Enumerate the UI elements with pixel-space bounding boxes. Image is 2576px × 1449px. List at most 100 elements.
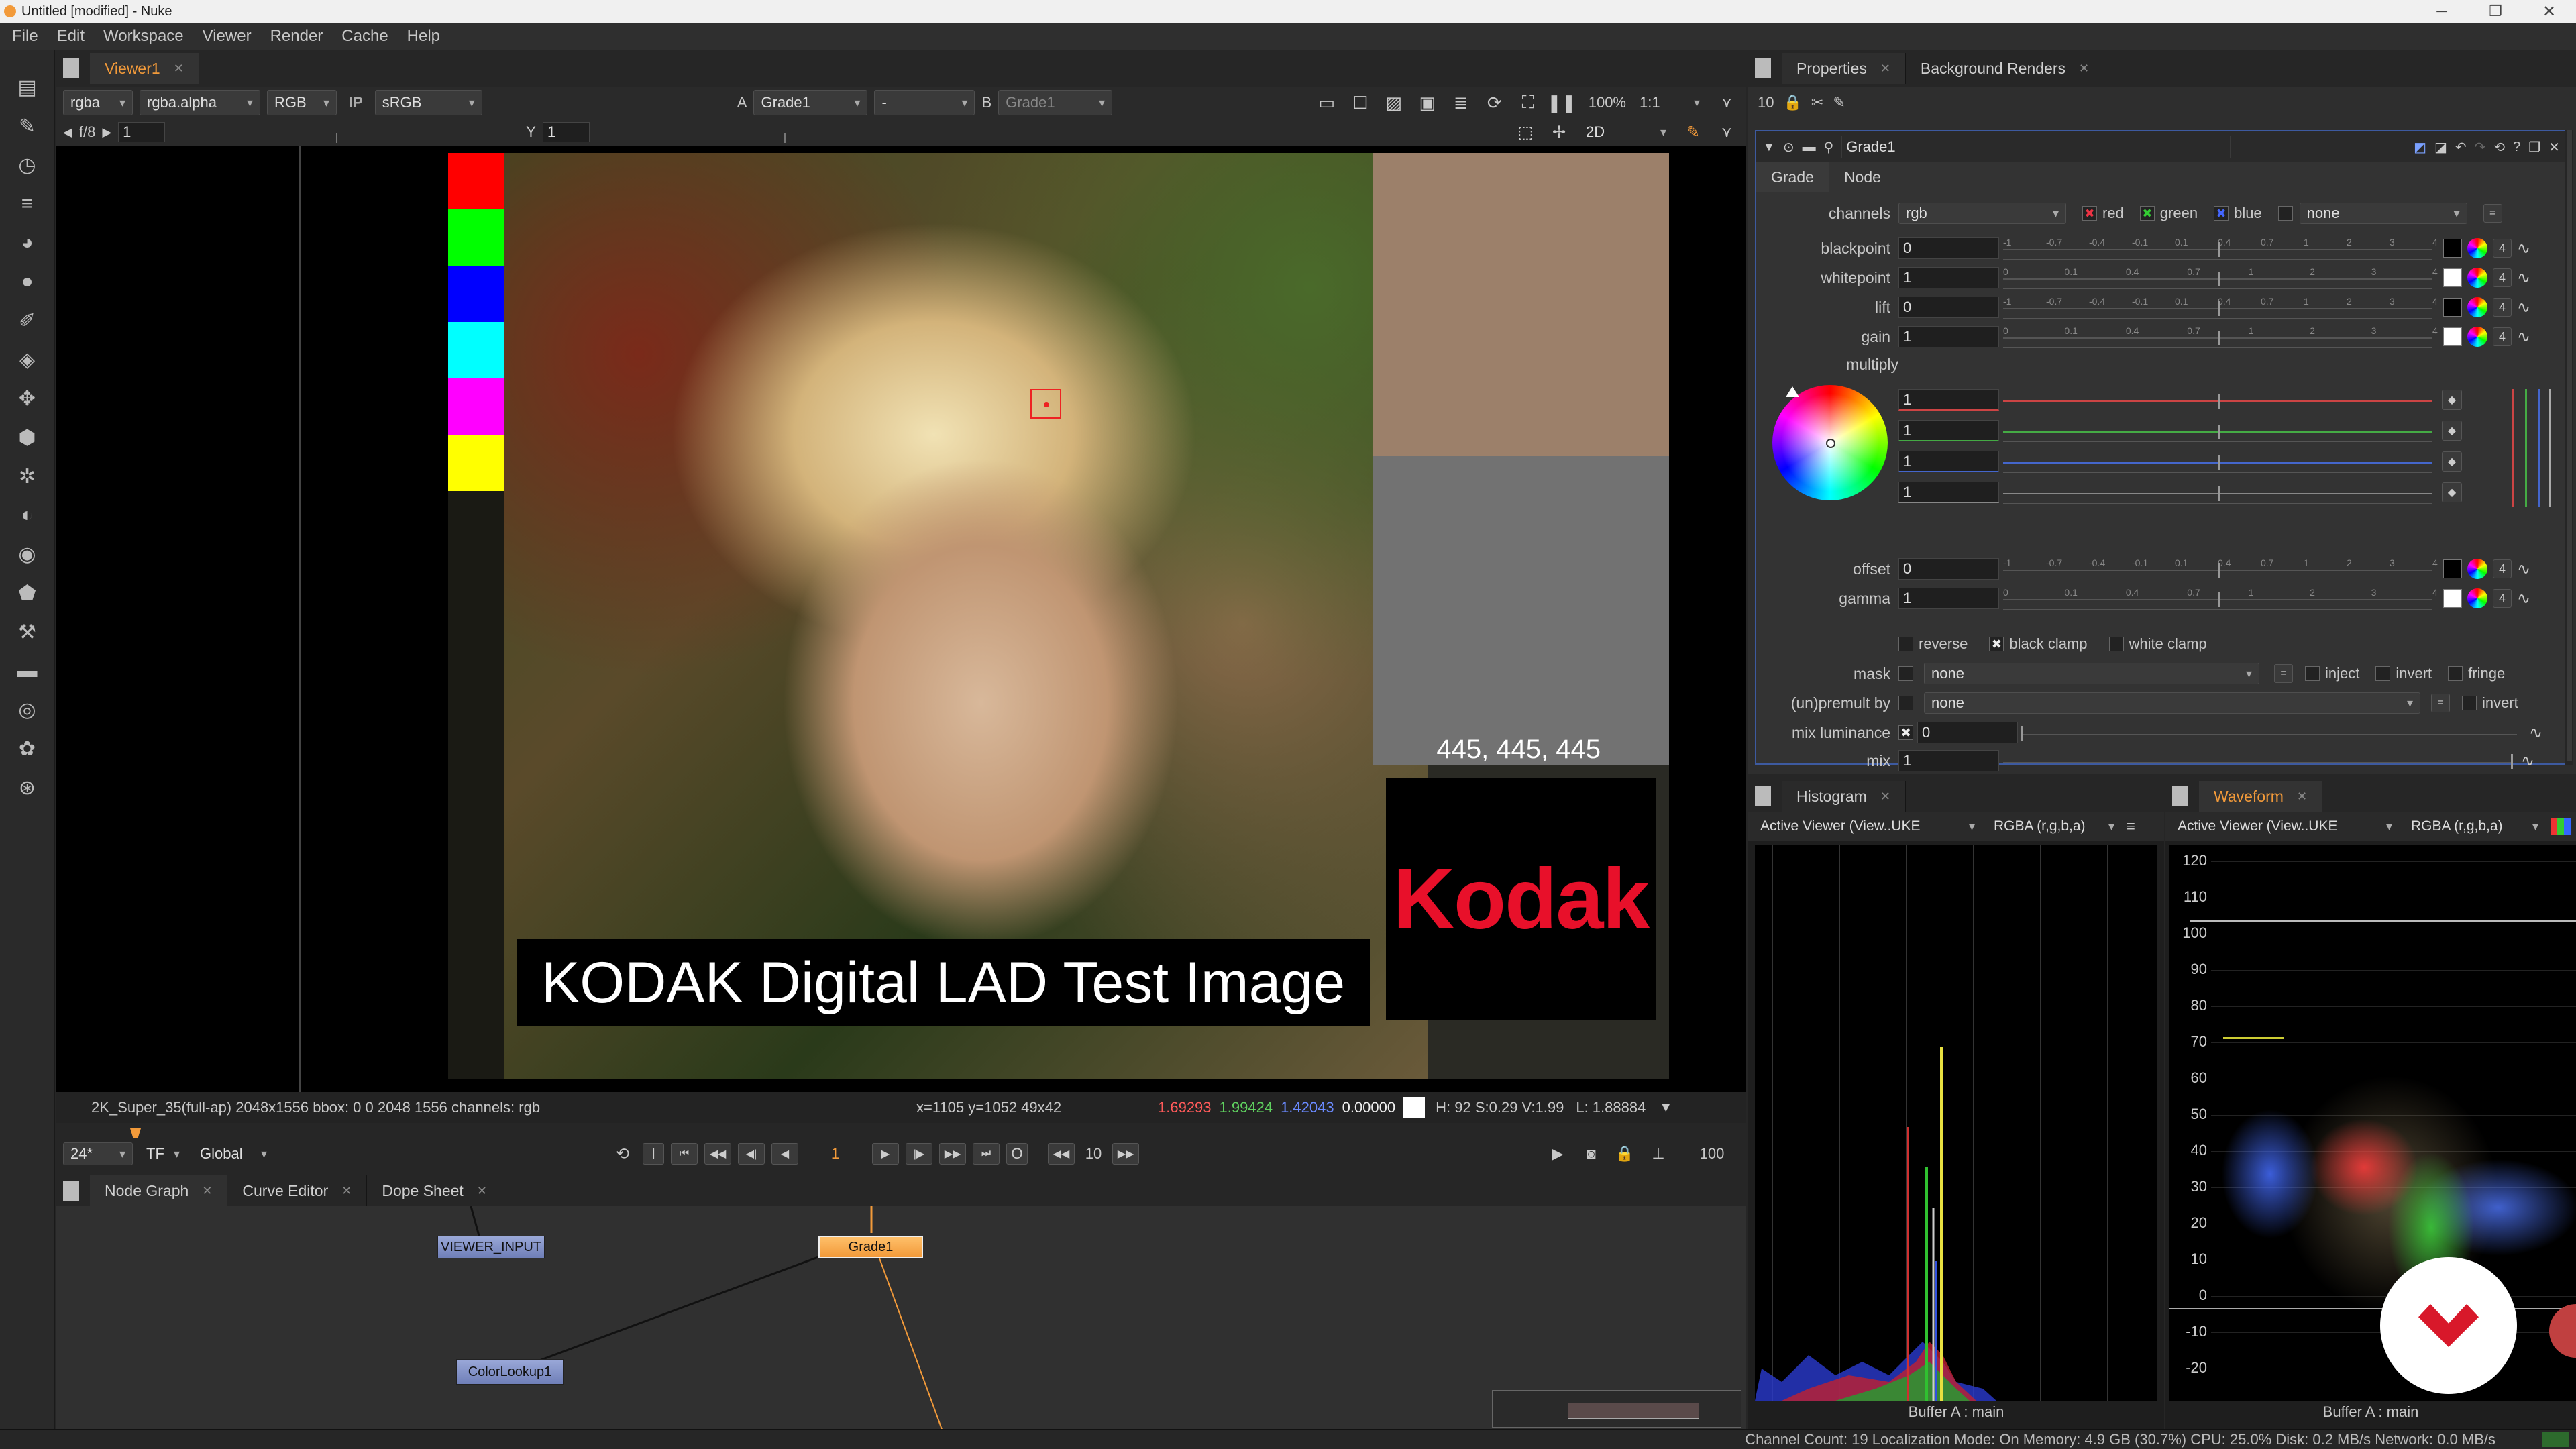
- tab-curve-editor[interactable]: Curve Editor ✕: [227, 1175, 368, 1206]
- tab-grade[interactable]: Grade: [1756, 162, 1829, 192]
- transform-tool-icon[interactable]: ✥: [13, 384, 42, 413]
- prev-frame-icon[interactable]: ◀|: [738, 1143, 765, 1165]
- next-frame-icon[interactable]: |▶: [906, 1143, 932, 1165]
- unpremult-checkbox[interactable]: [1898, 696, 1913, 710]
- tab-properties[interactable]: Properties ✕: [1782, 53, 1906, 84]
- histogram-mode-select[interactable]: RGBA (r,g,b,a): [1987, 815, 2121, 838]
- airtools-tool-icon[interactable]: ✿: [13, 734, 42, 763]
- axis-icon[interactable]: ✢: [1546, 123, 1572, 142]
- knob-slider[interactable]: -1 -0.7 -0.4 -0.1 0.1 0.4 0.7 1 2 3 4: [2003, 296, 2438, 319]
- tab-waveform[interactable]: Waveform ✕: [2199, 781, 2323, 812]
- knob-value-field[interactable]: 0: [1898, 297, 1999, 318]
- close-tab-icon[interactable]: ✕: [341, 1184, 352, 1198]
- tf-select[interactable]: TF: [140, 1142, 186, 1165]
- scope-select[interactable]: Global: [193, 1142, 274, 1165]
- metadata-tool-icon[interactable]: ⬟: [13, 578, 42, 608]
- other-tool-icon[interactable]: ▬: [13, 656, 42, 686]
- multiply-split-button[interactable]: ◆: [2442, 482, 2462, 502]
- clear-panels-icon[interactable]: ✂: [1811, 94, 1823, 111]
- red-checkbox[interactable]: ✖: [2082, 206, 2097, 221]
- viewer-canvas[interactable]: 445, 445, 445 Kodak KODAK Digital LAD Te…: [56, 146, 1746, 1092]
- range-icon[interactable]: ⊥: [1645, 1145, 1672, 1163]
- furnace-tool-icon[interactable]: ◎: [13, 695, 42, 724]
- views-tool-icon[interactable]: ◉: [13, 539, 42, 569]
- multiply-value-field[interactable]: 1: [1898, 451, 1999, 472]
- image-tool-icon[interactable]: ▤: [13, 72, 42, 102]
- menu-viewer[interactable]: Viewer: [193, 27, 261, 46]
- unpremult-link-button[interactable]: =: [2431, 694, 2450, 712]
- gamma-slider[interactable]: [596, 122, 985, 143]
- out-point-button[interactable]: O: [1006, 1143, 1028, 1165]
- menu-edit[interactable]: Edit: [48, 27, 94, 46]
- color-tool-icon[interactable]: ◕: [13, 228, 42, 258]
- close-tab-icon[interactable]: ✕: [2079, 62, 2089, 76]
- current-frame[interactable]: 1: [805, 1145, 865, 1163]
- max-panels-field[interactable]: 10: [1758, 94, 1774, 111]
- multiply-slider[interactable]: [2003, 419, 2432, 442]
- mix-luminance-slider[interactable]: [2021, 722, 2517, 743]
- alpha-checkbox[interactable]: [2277, 206, 2293, 221]
- tab-background-renders[interactable]: Background Renders ✕: [1906, 53, 2105, 84]
- curve-icon[interactable]: ∿: [2517, 589, 2530, 608]
- zoom-value[interactable]: 100%: [1589, 94, 1626, 111]
- reverse-checkbox[interactable]: [1898, 637, 1913, 651]
- tab-node-graph[interactable]: Node Graph ✕: [90, 1175, 228, 1206]
- fstop-value[interactable]: f/8: [79, 123, 95, 141]
- color-picker-icon[interactable]: [2467, 327, 2487, 347]
- step-forward-icon[interactable]: ▶▶: [1112, 1143, 1139, 1165]
- float-icon[interactable]: ❐: [2528, 139, 2540, 156]
- channel-count-button[interactable]: 4: [2493, 239, 2512, 258]
- mask-select[interactable]: none: [1924, 663, 2259, 684]
- plugins-tool-icon[interactable]: ⊛: [13, 773, 42, 802]
- record-icon[interactable]: ◙: [1578, 1145, 1605, 1163]
- node-name-field[interactable]: Grade1: [1841, 136, 2231, 158]
- knob-value-field[interactable]: 1: [1898, 588, 1999, 609]
- close-node-icon[interactable]: ✕: [2548, 139, 2560, 156]
- multiply-slider[interactable]: [2003, 450, 2432, 473]
- knob-value-field[interactable]: 1: [1898, 326, 1999, 347]
- multiply-vertical-sliders[interactable]: [2505, 389, 2559, 507]
- color-swatch[interactable]: [2443, 589, 2462, 608]
- menu-file[interactable]: File: [0, 27, 48, 46]
- node-colorlookup[interactable]: ColorLookup1: [456, 1359, 564, 1385]
- panel-menu-icon[interactable]: [63, 1181, 79, 1201]
- waveform-source-select[interactable]: Active Viewer (View..UKE: [2171, 815, 2399, 838]
- menu-workspace[interactable]: Workspace: [94, 27, 193, 46]
- redo-icon[interactable]: ↷: [2475, 139, 2486, 156]
- fstop-prev-icon[interactable]: ◀: [63, 125, 72, 140]
- blue-checkbox[interactable]: ✖: [2214, 206, 2229, 221]
- panel-menu-icon[interactable]: [1755, 58, 1771, 78]
- histogram-source-select[interactable]: Active Viewer (View..UKE: [1754, 815, 1982, 838]
- mix-luminance-checkbox[interactable]: ✖: [1898, 725, 1913, 740]
- paint-brush-icon[interactable]: ✎: [1680, 123, 1707, 142]
- color-picker-icon[interactable]: [2467, 297, 2487, 317]
- color-picker-icon[interactable]: [2467, 268, 2487, 288]
- multiply-slider[interactable]: [2003, 388, 2432, 411]
- region-select-icon[interactable]: ⬚: [1512, 123, 1539, 142]
- curve-icon[interactable]: ∿: [2517, 298, 2530, 317]
- panel-menu-icon[interactable]: [1755, 786, 1771, 806]
- node-color-icon[interactable]: ⚲: [1824, 139, 1834, 156]
- mix-slider[interactable]: [2003, 750, 2513, 771]
- mask-checkbox[interactable]: [1898, 666, 1913, 681]
- end-frame[interactable]: 100: [1678, 1145, 1746, 1163]
- node-graph-canvas[interactable]: VIEWER_INPUT Grade1 ColorLookup1: [56, 1206, 1746, 1436]
- composite-select[interactable]: -: [874, 90, 975, 115]
- tab-dope-sheet[interactable]: Dope Sheet ✕: [367, 1175, 502, 1206]
- histogram-options-icon[interactable]: ≡: [2127, 818, 2135, 835]
- play-forward-icon[interactable]: ▶: [872, 1143, 899, 1165]
- node-settings-icon[interactable]: ⊙: [1783, 139, 1794, 156]
- inject-checkbox[interactable]: [2305, 666, 2320, 681]
- invert-checkbox[interactable]: [2375, 666, 2391, 681]
- green-checkbox[interactable]: ✖: [2139, 206, 2155, 221]
- curve-icon[interactable]: ∿: [2517, 268, 2530, 288]
- close-tab-icon[interactable]: ✕: [174, 62, 184, 76]
- multiply-value-field[interactable]: 1: [1898, 482, 1999, 503]
- multiply-value-field[interactable]: 1: [1898, 389, 1999, 411]
- collapse-icon[interactable]: ▼: [1763, 140, 1775, 154]
- multiply-split-button[interactable]: ◆: [2442, 451, 2462, 472]
- close-tab-icon[interactable]: ✕: [2297, 790, 2307, 804]
- fstop-next-icon[interactable]: ▶: [102, 125, 111, 140]
- mix-field[interactable]: 1: [1898, 750, 1999, 771]
- panel-menu-icon[interactable]: [63, 58, 79, 78]
